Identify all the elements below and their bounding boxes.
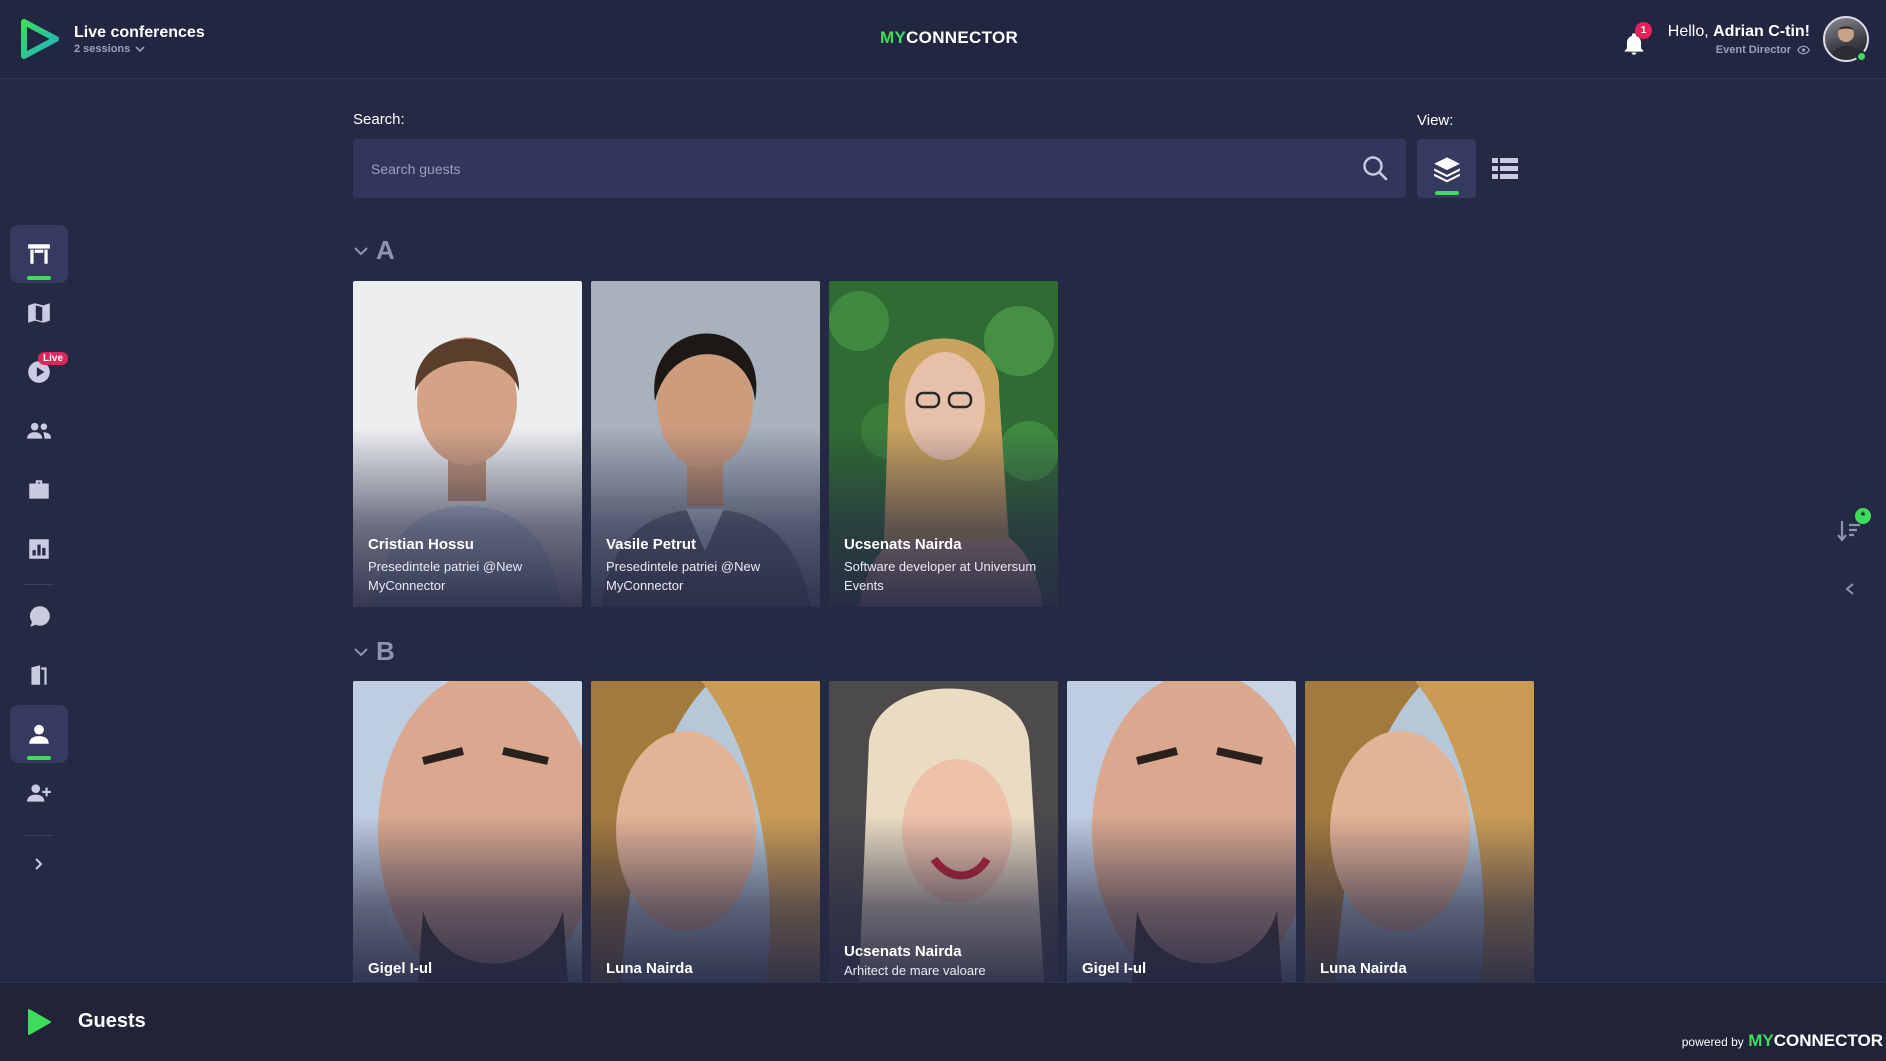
guest-name: Luna Nairda xyxy=(606,960,693,977)
guest-description: Presedintele patriei @New MyConnector xyxy=(606,559,761,593)
user-role: Event Director xyxy=(1716,44,1810,56)
chevron-down-icon xyxy=(354,246,368,255)
guest-name: Ucsenats Nairda xyxy=(844,943,962,960)
sidebar-item-add-guest[interactable] xyxy=(10,764,68,822)
sidebar-item-chat[interactable] xyxy=(10,587,68,645)
guest-description: Arhitect de mare valoare Universum Event… xyxy=(844,963,986,978)
sidebar-item-attendees[interactable] xyxy=(10,402,68,460)
storefront-icon xyxy=(28,244,50,264)
guest-card[interactable]: Gigel I-ul xyxy=(1067,681,1296,982)
person-add-icon xyxy=(27,784,51,802)
brand-my: MY xyxy=(1748,1031,1774,1050)
page-title: Guests xyxy=(78,1010,146,1032)
search-box xyxy=(353,139,1406,198)
notification-count-badge: 1 xyxy=(1635,22,1652,39)
play-logo-icon xyxy=(28,1009,51,1035)
person-icon xyxy=(29,724,49,744)
sidebar-divider xyxy=(24,584,54,585)
search-label: Search: xyxy=(353,111,405,128)
brand-connector: CONNECTOR xyxy=(906,28,1019,47)
user-greeting: Hello, Adrian C-tin! xyxy=(1668,23,1810,41)
sidebar-item-statistics[interactable] xyxy=(10,520,68,578)
list-view-button[interactable] xyxy=(1491,152,1519,186)
brand-connector: CONNECTOR xyxy=(1773,1031,1883,1050)
eye-icon[interactable] xyxy=(1797,45,1810,55)
guest-description: Presedintele patriei @New MyConnector xyxy=(368,559,523,593)
group-header-b[interactable]: B xyxy=(353,636,395,667)
card-gradient xyxy=(353,816,582,982)
sort-active-badge: * xyxy=(1855,508,1871,524)
expand-sidebar-chevron-icon[interactable] xyxy=(34,857,44,871)
user-name: Adrian C-tin! xyxy=(1713,23,1810,40)
sessions-dropdown[interactable]: 2 sessions xyxy=(74,43,145,55)
sidebar-item-rooms[interactable] xyxy=(10,646,68,704)
guest-card[interactable]: Cristian Hossu Presedintele patriei @New… xyxy=(353,281,582,607)
sidebar-divider xyxy=(24,835,54,836)
view-label: View: xyxy=(1417,112,1454,129)
chevron-down-icon xyxy=(354,647,368,656)
briefcase-icon xyxy=(29,480,49,499)
card-gradient xyxy=(1067,816,1296,982)
sidebar-item-home[interactable] xyxy=(10,225,68,283)
guest-card[interactable]: Ucsenats Nairda Software developer at Un… xyxy=(829,281,1058,607)
door-icon xyxy=(31,665,47,685)
guest-card[interactable]: Gigel I-ul xyxy=(353,681,582,982)
group-letter: A xyxy=(376,235,395,265)
brand-logo-text: MYCONNECTOR xyxy=(880,28,1018,48)
guest-card[interactable]: Luna Nairda xyxy=(591,681,820,982)
guest-name: Gigel I-ul xyxy=(1082,960,1147,977)
guest-name: Ucsenats Nairda xyxy=(844,536,962,553)
guest-name: Luna Nairda xyxy=(1320,960,1407,977)
app-title: Live conferences xyxy=(74,24,205,41)
people-icon xyxy=(27,422,51,439)
layers-icon xyxy=(1433,156,1460,182)
sidebar-item-map[interactable] xyxy=(10,284,68,342)
greeting-text: Hello, xyxy=(1667,23,1709,40)
group-header-a[interactable]: A xyxy=(353,235,395,266)
live-badge: Live xyxy=(38,352,69,365)
chat-bubble-icon xyxy=(29,606,50,627)
guest-card[interactable]: Luna Nairda xyxy=(1305,681,1534,982)
sessions-label: 2 sessions xyxy=(74,43,131,55)
map-icon xyxy=(28,303,50,323)
guest-name: Vasile Petrut xyxy=(606,536,697,553)
card-view-button[interactable] xyxy=(1417,139,1476,198)
powered-by: powered by MYCONNECTOR xyxy=(1636,1031,1886,1051)
brand-my: MY xyxy=(880,28,907,47)
guest-name: Cristian Hossu xyxy=(368,536,474,553)
powered-by-text: powered by xyxy=(1681,1035,1744,1049)
online-status-dot xyxy=(1856,51,1867,62)
list-icon xyxy=(1492,158,1518,179)
sidebar-item-guests[interactable] xyxy=(10,705,68,763)
bar-chart-icon xyxy=(29,539,49,559)
sidebar-item-exhibitors[interactable] xyxy=(10,461,68,519)
guest-name: Gigel I-ul xyxy=(368,960,433,977)
group-letter: B xyxy=(376,636,395,666)
guest-description: Software developer at Universum Events xyxy=(844,559,1037,593)
search-icon[interactable] xyxy=(1361,154,1389,182)
chevron-down-icon xyxy=(135,46,145,53)
app-logo-icon[interactable] xyxy=(18,18,60,60)
role-text: Event Director xyxy=(1715,44,1791,56)
bottom-bar xyxy=(0,982,1886,1061)
card-gradient xyxy=(591,816,820,982)
chevron-left-icon[interactable] xyxy=(1843,581,1857,597)
guest-card[interactable]: Ucsenats Nairda Arhitect de mare valoare… xyxy=(829,681,1058,982)
search-input[interactable] xyxy=(371,139,1311,198)
card-gradient xyxy=(1305,816,1534,982)
guest-card[interactable]: Vasile Petrut Presedintele patriei @New … xyxy=(591,281,820,607)
